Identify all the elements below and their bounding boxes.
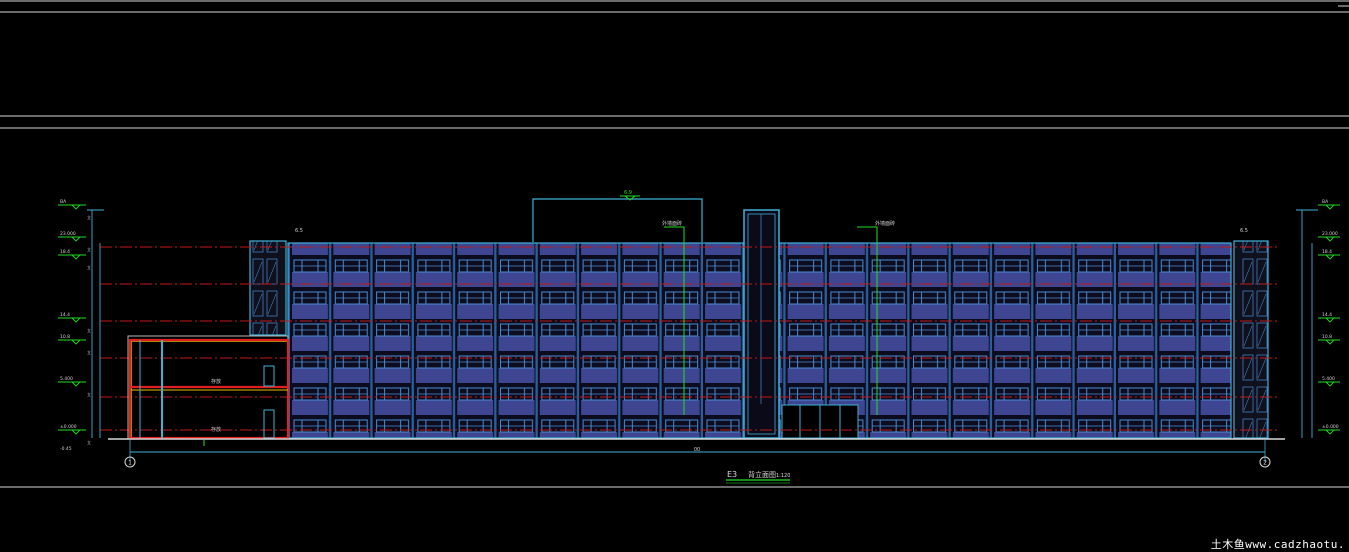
callout-left: 外墙面砖 bbox=[662, 220, 682, 227]
level-mark-left: 23.000 立 bbox=[58, 231, 91, 252]
overall-dimension: 00 bbox=[129, 440, 1266, 462]
level-label-right: 10.8 bbox=[1322, 334, 1332, 340]
level-mark-right: 18.4 bbox=[1318, 249, 1340, 260]
level-mark-left: 5.400 立 bbox=[58, 376, 91, 397]
right-dimension-chain bbox=[1296, 209, 1318, 438]
level-label-right: ±0.000 bbox=[1322, 424, 1339, 430]
level-mark-left: 14.4 立 bbox=[58, 312, 91, 333]
level-dim-left: 立 bbox=[87, 439, 91, 445]
title-prefix: E3 bbox=[727, 470, 737, 479]
level-label-left: BA bbox=[60, 199, 67, 205]
level-label-left: 10.8 bbox=[60, 334, 70, 340]
callout-right: 外墙面砖 bbox=[875, 220, 895, 227]
level-dim-left: 立 bbox=[87, 391, 91, 397]
level-mark-left: ±0.000 立 bbox=[58, 424, 91, 445]
level-dim-left: 立 bbox=[87, 214, 91, 220]
level-mark-left: BA 立 bbox=[58, 199, 91, 220]
title-main: 背立面图 bbox=[748, 470, 776, 479]
level-mark-left: 18.4 立 bbox=[58, 249, 91, 270]
drawing-title: E3 背立面图 1:120 bbox=[726, 470, 790, 484]
facade-left-block bbox=[287, 242, 745, 439]
right-level-marks: BA 23.000 18.4 14.4 10.8 5.400 ±0.000 bbox=[1318, 199, 1340, 435]
level-label-left: 23.000 bbox=[60, 231, 76, 237]
level-mark-right: 14.4 bbox=[1318, 312, 1340, 323]
level-mark-left: 10.8 立 bbox=[58, 334, 91, 355]
level-label-left: 5.400 bbox=[60, 376, 73, 382]
roof-level-label: 6.9 bbox=[624, 190, 632, 196]
low-annex: 存放 存放 bbox=[127, 335, 290, 440]
svg-text:2: 2 bbox=[1263, 460, 1267, 467]
annex-room-lower-label: 存放 bbox=[211, 426, 221, 433]
annex-room-upper-label: 存放 bbox=[211, 378, 221, 385]
level-mark-right: 23.000 bbox=[1318, 231, 1340, 242]
overall-dim-label: 00 bbox=[694, 447, 700, 453]
level-mark-right: 10.8 bbox=[1318, 334, 1340, 345]
watermark: 土木鱼www.cadzhaotu. bbox=[1210, 538, 1345, 551]
svg-text:1: 1 bbox=[128, 460, 132, 467]
level-mark-right: ±0.000 bbox=[1318, 424, 1340, 435]
level-label-right: BA bbox=[1322, 199, 1329, 205]
roof-tag-right: 6.5 bbox=[1240, 228, 1248, 234]
level-dim-left: 立 bbox=[87, 327, 91, 333]
level-label-right: 5.400 bbox=[1322, 376, 1335, 382]
left-dimension-chain bbox=[87, 209, 104, 438]
roof-tag-left: 6.5 bbox=[295, 228, 303, 234]
level-label-left: 14.4 bbox=[60, 312, 70, 318]
left-level-marks: BA 立 23.000 立 18.4 立 14.4 立 10.8 立 5.400 立 ±0.000 立 -0… bbox=[58, 199, 91, 452]
stair-tower-center bbox=[743, 209, 780, 439]
level-label-right: 18.4 bbox=[1322, 249, 1332, 255]
level-dim-left: 立 bbox=[87, 264, 91, 270]
level-mark-right: 5.400 bbox=[1318, 376, 1340, 387]
level-dim-left: 立 bbox=[87, 246, 91, 252]
elevation-drawing: 6.9 存放 存放 外墙面砖 外墙面砖 6.5 6.5 00 1 2 BA立23… bbox=[0, 0, 1349, 488]
level-mark-right: BA bbox=[1318, 199, 1340, 210]
level-dim-left: 立 bbox=[87, 349, 91, 355]
title-scale: 1:120 bbox=[776, 473, 790, 479]
level-label-left: 18.4 bbox=[60, 249, 70, 255]
roof-bump: 6.9 bbox=[532, 190, 703, 242]
stair-column-right bbox=[1233, 240, 1269, 439]
level-label-left: ±0.000 bbox=[60, 424, 77, 430]
level-label-right: 23.000 bbox=[1322, 231, 1338, 237]
level-bottom-label: -0.45 bbox=[60, 446, 72, 452]
level-label-right: 14.4 bbox=[1322, 312, 1332, 318]
